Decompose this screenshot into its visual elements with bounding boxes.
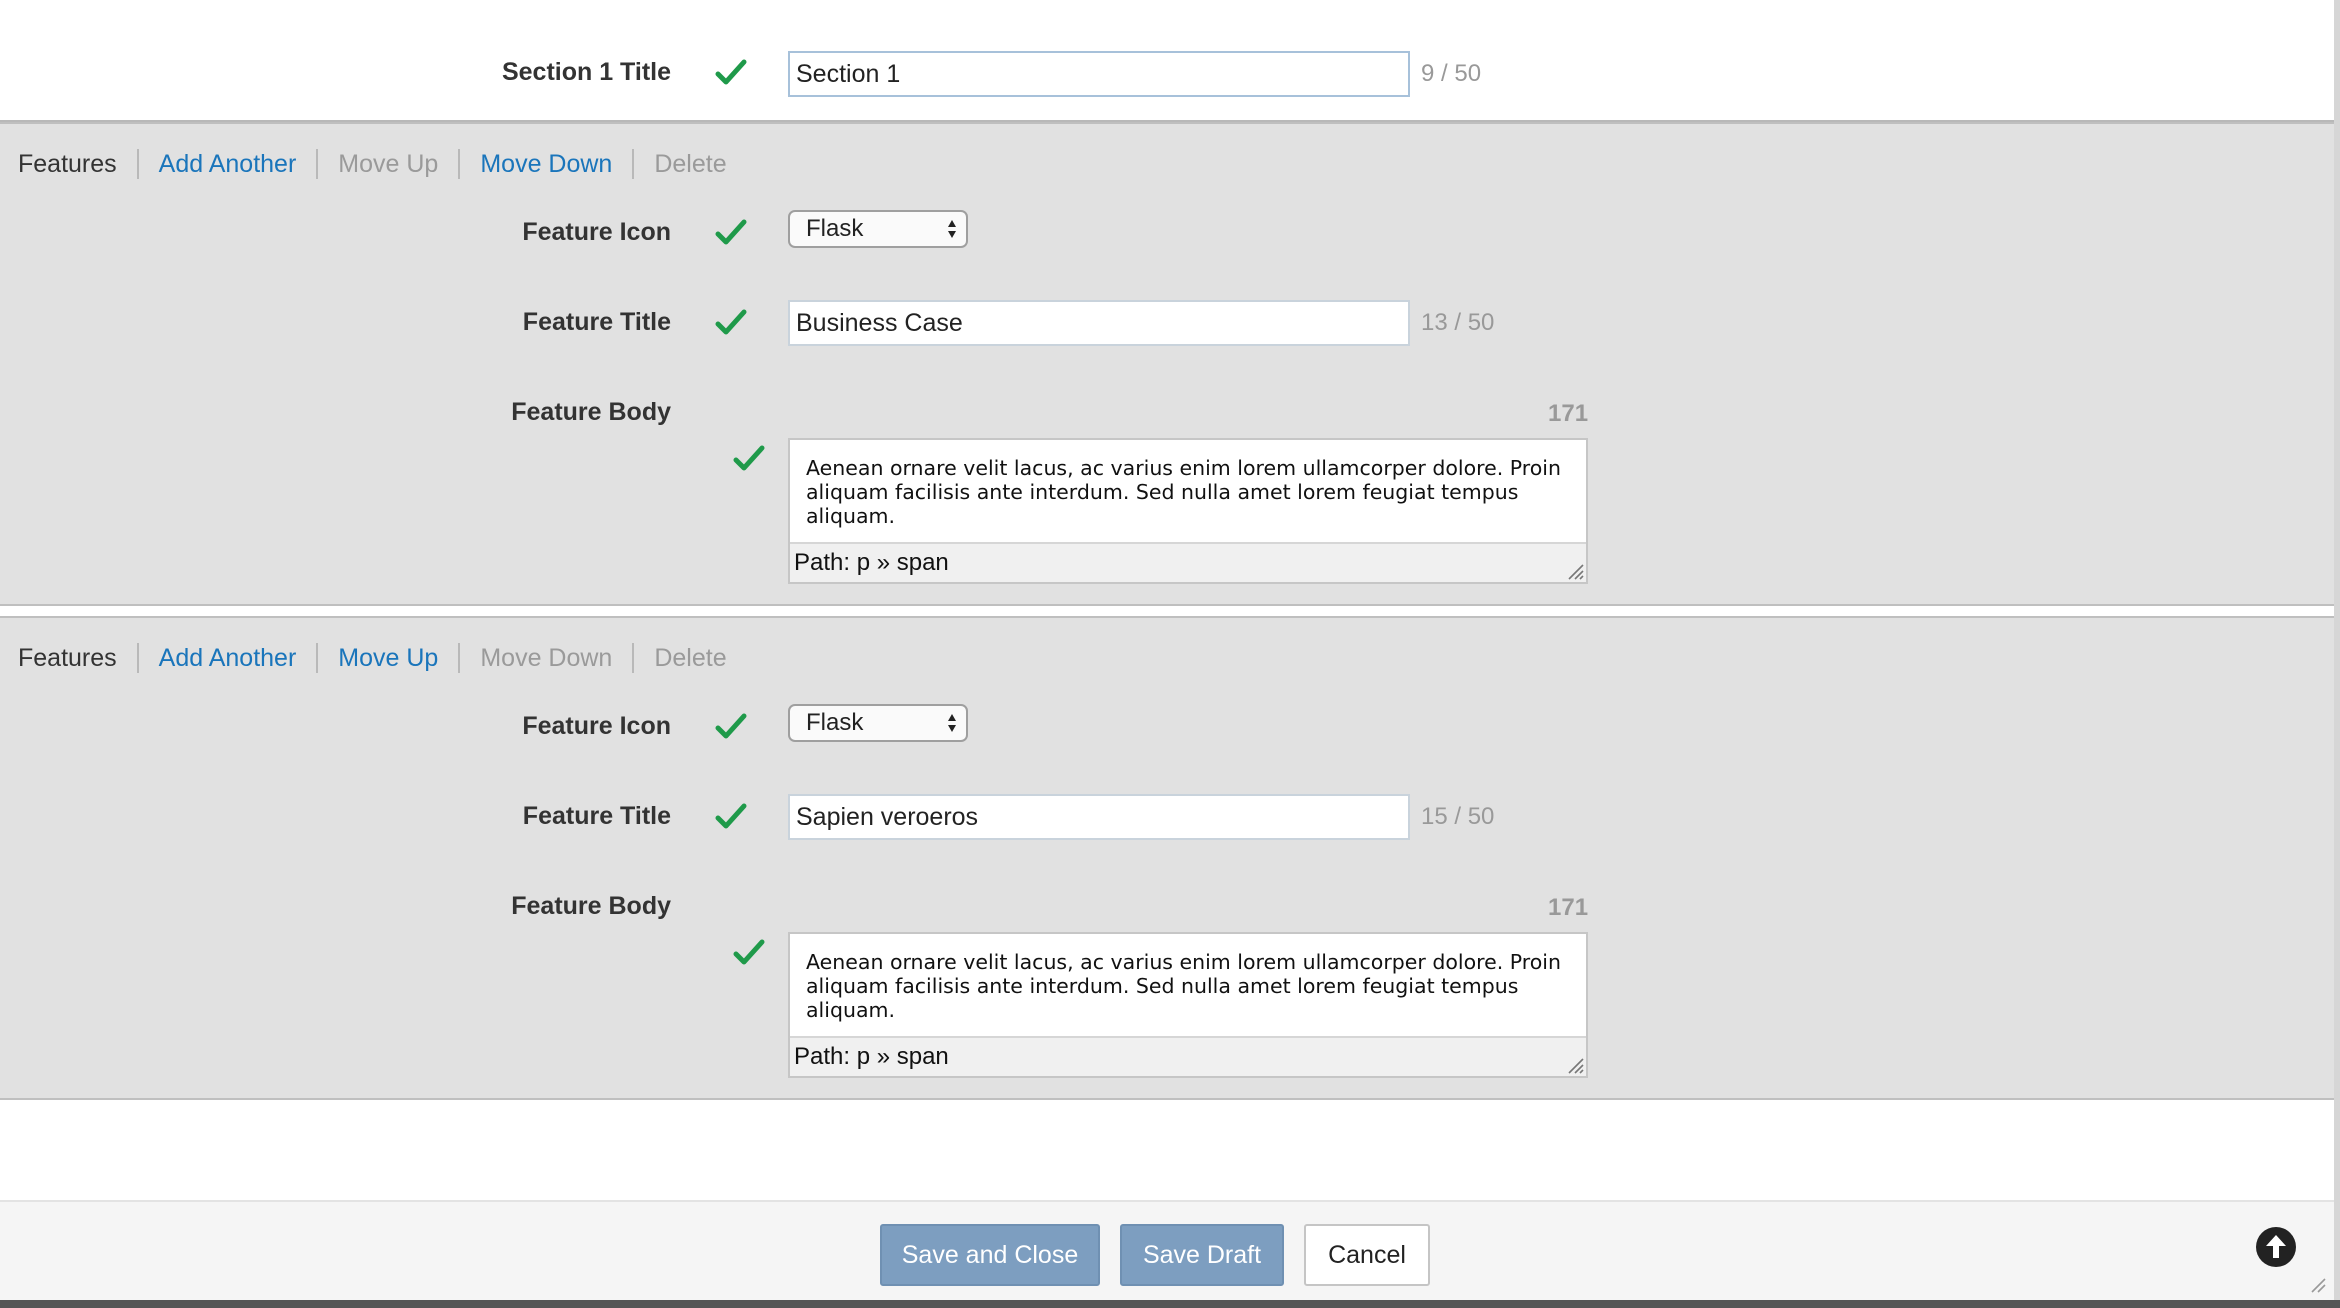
feature-title-counter: 13 / 50 bbox=[1421, 309, 1495, 336]
feature-title-counter: 15 / 50 bbox=[1421, 803, 1495, 830]
feature-title-input[interactable] bbox=[788, 794, 1410, 840]
resize-grip-icon[interactable] bbox=[1566, 1056, 1584, 1074]
feature-toolbar-title: Features bbox=[18, 644, 117, 672]
action-footer: Save and Close Save Draft Cancel bbox=[0, 1200, 2334, 1300]
updown-arrows-icon bbox=[946, 218, 958, 240]
move-down-link[interactable]: Move Down bbox=[458, 149, 632, 179]
checkmark-icon bbox=[732, 442, 766, 476]
feature-body-char-count: 171 bbox=[1548, 894, 1589, 921]
feature-body-label: Feature Body bbox=[511, 892, 671, 920]
feature-toolbar-title: Features bbox=[18, 150, 117, 178]
add-another-link[interactable]: Add Another bbox=[136, 643, 317, 673]
checkmark-icon bbox=[714, 306, 748, 340]
resize-grip-icon[interactable] bbox=[2308, 1275, 2326, 1293]
feature-icon-select-value: Flask bbox=[806, 215, 864, 242]
checkmark-icon bbox=[714, 710, 748, 744]
checkmark-icon bbox=[714, 56, 748, 90]
feature-body-editor[interactable]: Aenean ornare velit lacus, ac varius eni… bbox=[788, 438, 1588, 584]
feature-toolbar: Features Add Another Move Up Move Down D… bbox=[18, 144, 747, 184]
window-edge bbox=[2334, 0, 2340, 1308]
arrow-up-circle-icon[interactable] bbox=[2255, 1226, 2297, 1268]
section-title-label: Section 1 Title bbox=[501, 58, 671, 86]
feature-title-label: Feature Title bbox=[522, 802, 671, 830]
editor-page: Section 1 Title 9 / 50 Features Add Anot… bbox=[0, 0, 2334, 1300]
feature-title-input[interactable] bbox=[788, 300, 1410, 346]
cancel-button[interactable]: Cancel bbox=[1304, 1224, 1430, 1286]
editor-path-bar: Path: p » span bbox=[790, 1036, 1586, 1076]
move-up-link: Move Up bbox=[316, 149, 458, 179]
feature-toolbar: Features Add Another Move Up Move Down D… bbox=[18, 638, 747, 678]
feature-body-text[interactable]: Aenean ornare velit lacus, ac varius eni… bbox=[790, 934, 1586, 1036]
feature-panel-1: Features Add Another Move Up Move Down D… bbox=[0, 122, 2334, 606]
save-and-close-button[interactable]: Save and Close bbox=[880, 1224, 1100, 1286]
delete-link: Delete bbox=[632, 149, 746, 179]
window-edge bbox=[0, 1300, 2340, 1308]
feature-icon-select-value: Flask bbox=[806, 709, 864, 736]
delete-link: Delete bbox=[632, 643, 746, 673]
feature-panel-2: Features Add Another Move Up Move Down D… bbox=[0, 616, 2334, 1100]
feature-icon-label: Feature Icon bbox=[522, 218, 671, 246]
add-another-link[interactable]: Add Another bbox=[136, 149, 317, 179]
section-title-input[interactable] bbox=[788, 51, 1410, 97]
section-title-counter: 9 / 50 bbox=[1421, 60, 1482, 87]
move-down-link: Move Down bbox=[458, 643, 632, 673]
feature-title-label: Feature Title bbox=[522, 308, 671, 336]
feature-body-char-count: 171 bbox=[1548, 400, 1589, 427]
checkmark-icon bbox=[732, 936, 766, 970]
checkmark-icon bbox=[714, 800, 748, 834]
feature-icon-select[interactable]: Flask bbox=[788, 704, 968, 742]
feature-body-label: Feature Body bbox=[511, 398, 671, 426]
feature-body-editor[interactable]: Aenean ornare velit lacus, ac varius eni… bbox=[788, 932, 1588, 1078]
move-up-link[interactable]: Move Up bbox=[316, 643, 458, 673]
editor-path-bar: Path: p » span bbox=[790, 542, 1586, 582]
feature-body-text[interactable]: Aenean ornare velit lacus, ac varius eni… bbox=[790, 440, 1586, 542]
updown-arrows-icon bbox=[946, 712, 958, 734]
feature-icon-select[interactable]: Flask bbox=[788, 210, 968, 248]
feature-icon-label: Feature Icon bbox=[522, 712, 671, 740]
resize-grip-icon[interactable] bbox=[1566, 562, 1584, 580]
checkmark-icon bbox=[714, 216, 748, 250]
section-title-row: Section 1 Title 9 / 50 bbox=[0, 0, 2334, 122]
save-draft-button[interactable]: Save Draft bbox=[1120, 1224, 1284, 1286]
